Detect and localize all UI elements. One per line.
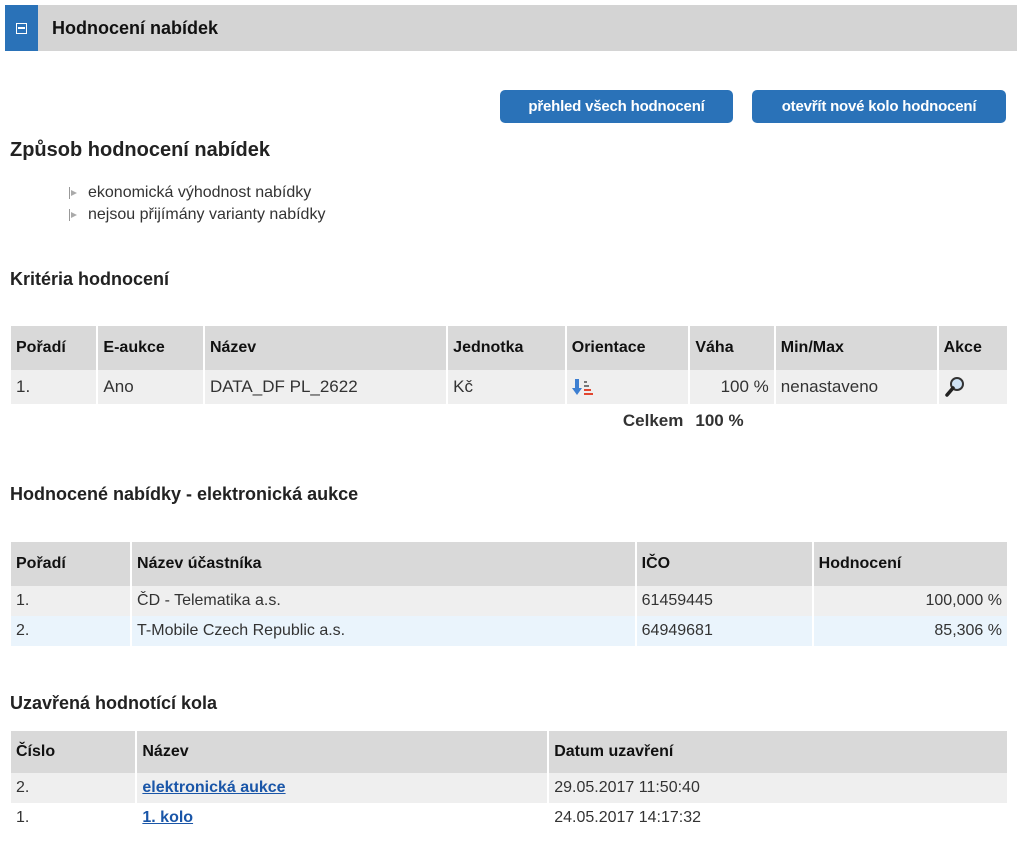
bullet-icon (68, 209, 82, 221)
offer-order: 1. (11, 586, 131, 616)
method-section-title: Způsob hodnocení nabídek (10, 139, 270, 161)
offers-header-row: Pořadí Název účastníka IČO Hodnocení (11, 542, 1007, 586)
criteria-section-title: Kritéria hodnocení (10, 269, 170, 289)
open-new-round-button[interactable]: otevřít nové kolo hodnocení (752, 90, 1006, 123)
method-item: nejsou přijímány varianty nabídky (68, 204, 325, 226)
criteria-table: Pořadí E-aukce Název Jednotka Orientace … (9, 326, 1009, 438)
criteria-name: DATA_DF PL_2622 (204, 370, 447, 404)
bullet-icon (68, 187, 82, 199)
criteria-header-row: Pořadí E-aukce Název Jednotka Orientace … (11, 326, 1007, 370)
offers-section-title: Hodnocené nabídky - elektronická aukce (10, 484, 359, 504)
method-list: ekonomická výhodnost nabídky nejsou přij… (68, 182, 325, 226)
collapse-button[interactable] (5, 5, 38, 51)
round-name: 1. kolo (137, 803, 548, 833)
round-date: 29.05.2017 11:50:40 (549, 773, 1007, 803)
col-header-order[interactable]: Pořadí (11, 542, 131, 586)
col-header-order[interactable]: Pořadí (11, 326, 97, 370)
round-number: 2. (11, 773, 136, 803)
col-header-action[interactable]: Akce (938, 326, 1007, 370)
total-label: Celkem (566, 404, 689, 438)
table-row: 1. 1. kolo 24.05.2017 14:17:32 (11, 803, 1007, 833)
round-name: elektronická aukce (137, 773, 548, 803)
col-header-orientation[interactable]: Orientace (566, 326, 689, 370)
criteria-weight: 100 % (690, 370, 774, 404)
round-date: 24.05.2017 14:17:32 (549, 803, 1007, 833)
col-header-weight[interactable]: Váha (690, 326, 774, 370)
offers-table: Pořadí Název účastníka IČO Hodnocení 1. … (9, 542, 1009, 646)
col-header-ico[interactable]: IČO (636, 542, 812, 586)
offer-participant: T-Mobile Czech Republic a.s. (132, 616, 635, 646)
table-row: 2. elektronická aukce 29.05.2017 11:50:4… (11, 773, 1007, 803)
col-header-eauction[interactable]: E-aukce (98, 326, 203, 370)
rounds-header-row: Číslo Název Datum uzavření (11, 731, 1007, 773)
magnifier-icon[interactable] (944, 376, 966, 398)
col-header-unit[interactable]: Jednotka (448, 326, 565, 370)
overview-all-evaluations-button[interactable]: přehled všech hodnocení (500, 90, 733, 123)
table-row: 1. ČD - Telematika a.s. 61459445 100,000… (11, 586, 1007, 616)
criteria-unit: Kč (448, 370, 565, 404)
total-value: 100 % (690, 404, 774, 438)
criteria-orientation (566, 370, 689, 404)
col-header-participant[interactable]: Název účastníka (132, 542, 635, 586)
col-header-closed-date[interactable]: Datum uzavření (549, 731, 1007, 773)
offer-score: 100,000 % (813, 586, 1007, 616)
round-link[interactable]: elektronická aukce (142, 779, 285, 796)
table-row: 2. T-Mobile Czech Republic a.s. 64949681… (11, 616, 1007, 646)
offer-participant: ČD - Telematika a.s. (132, 586, 635, 616)
collapse-icon (16, 22, 27, 34)
criteria-eauction: Ano (98, 370, 203, 404)
col-header-minmax[interactable]: Min/Max (775, 326, 937, 370)
panel-header: Hodnocení nabídek (5, 5, 1017, 51)
col-header-score[interactable]: Hodnocení (813, 542, 1007, 586)
col-header-number[interactable]: Číslo (11, 731, 136, 773)
panel-title: Hodnocení nabídek (52, 17, 219, 38)
page: Hodnocení nabídek přehled všech hodnocen… (0, 0, 1024, 847)
round-number: 1. (11, 803, 136, 833)
table-row: 1. Ano DATA_DF PL_2622 Kč 100 % nenastav… (11, 370, 1007, 404)
method-item-label: ekonomická výhodnost nabídky (88, 184, 312, 201)
criteria-action (938, 370, 1007, 404)
criteria-total-row: Celkem 100 % (11, 404, 1007, 438)
method-item: ekonomická výhodnost nabídky (68, 182, 325, 204)
offer-ico: 64949681 (636, 616, 812, 646)
offer-ico: 61459445 (636, 586, 812, 616)
col-header-round-name[interactable]: Název (137, 731, 548, 773)
rounds-table: Číslo Název Datum uzavření 2. elektronic… (9, 731, 1009, 833)
offer-order: 2. (11, 616, 131, 646)
round-link[interactable]: 1. kolo (142, 809, 193, 826)
method-item-label: nejsou přijímány varianty nabídky (88, 206, 326, 223)
rounds-section-title: Uzavřená hodnotící kola (10, 693, 218, 713)
offer-score: 85,306 % (813, 616, 1007, 646)
col-header-name[interactable]: Název (204, 326, 447, 370)
criteria-order: 1. (11, 370, 97, 404)
criteria-minmax: nenastaveno (775, 370, 937, 404)
sort-descending-icon (571, 379, 593, 396)
